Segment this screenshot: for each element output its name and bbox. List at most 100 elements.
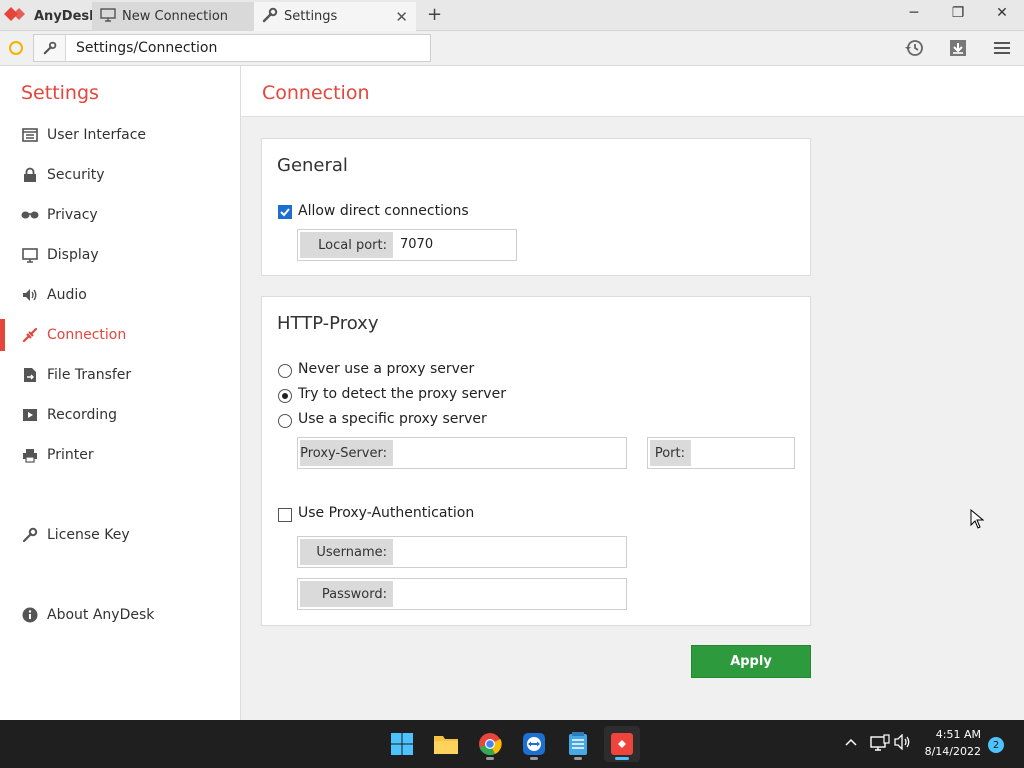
tab-label: Settings bbox=[284, 9, 338, 24]
monitor-icon bbox=[100, 7, 116, 26]
title-bar: AnyDesk New Connection Settings ✕ + ─ ❐ … bbox=[0, 0, 1024, 31]
connection-icon bbox=[21, 326, 39, 344]
chevron-up-icon[interactable] bbox=[843, 734, 863, 754]
taskbar-time[interactable]: 4:51 AM bbox=[915, 728, 981, 741]
anydesk-icon[interactable] bbox=[604, 726, 640, 762]
tab-settings[interactable]: Settings ✕ bbox=[254, 2, 416, 31]
allow-direct-connections-label: Allow direct connections bbox=[298, 203, 469, 219]
never-use-proxy-label: Never use a proxy server bbox=[298, 361, 475, 377]
settings-content: General Allow direct connections Local p… bbox=[241, 117, 1024, 720]
file-explorer-icon[interactable] bbox=[428, 726, 464, 762]
info-icon bbox=[21, 606, 39, 624]
notification-badge[interactable]: 2 bbox=[988, 737, 1004, 753]
status-indicator-icon bbox=[9, 41, 23, 55]
sidebar-item-privacy[interactable]: Privacy bbox=[0, 199, 240, 231]
proxy-port-field[interactable]: Port: bbox=[647, 437, 795, 469]
field-label: Username: bbox=[300, 539, 393, 565]
taskbar bbox=[0, 720, 1024, 768]
sidebar-item-security[interactable]: Security bbox=[0, 159, 240, 191]
sidebar-item-label: License Key bbox=[47, 527, 130, 543]
sidebar-item-recording[interactable]: Recording bbox=[0, 399, 240, 431]
sidebar-item-label: About AnyDesk bbox=[47, 607, 155, 623]
detect-proxy-radio[interactable] bbox=[278, 389, 292, 403]
running-indicator bbox=[530, 757, 538, 760]
restore-button[interactable]: ❐ bbox=[946, 5, 970, 25]
sidebar-item-label: File Transfer bbox=[47, 367, 132, 383]
taskbar-date[interactable]: 8/14/2022 bbox=[915, 745, 981, 758]
sidebar-item-label: Security bbox=[47, 167, 105, 183]
glasses-icon bbox=[21, 206, 39, 224]
sidebar-item-label: Display bbox=[47, 247, 99, 263]
sidebar-item-printer[interactable]: Printer bbox=[0, 439, 240, 471]
wrench-icon bbox=[34, 35, 66, 61]
chrome-icon[interactable] bbox=[472, 726, 508, 762]
checkmark-icon bbox=[280, 208, 290, 217]
http-proxy-section: HTTP-Proxy Never use a proxy server Try … bbox=[261, 296, 811, 626]
brand-name: AnyDesk bbox=[34, 8, 98, 24]
close-tab-icon[interactable]: ✕ bbox=[395, 8, 408, 26]
key-icon bbox=[21, 526, 39, 544]
sidebar-item-license-key[interactable]: License Key bbox=[0, 519, 240, 551]
section-title: General bbox=[277, 155, 348, 176]
specific-proxy-label: Use a specific proxy server bbox=[298, 411, 487, 427]
use-proxy-authentication-label: Use Proxy-Authentication bbox=[298, 505, 475, 521]
anydesk-brand[interactable]: AnyDesk bbox=[4, 6, 98, 26]
sidebar-item-label: Connection bbox=[47, 327, 127, 343]
teamviewer-icon[interactable] bbox=[516, 726, 552, 762]
speaker-icon bbox=[21, 286, 39, 304]
page-title: Connection bbox=[262, 82, 370, 104]
tab-label: New Connection bbox=[122, 9, 229, 24]
sidebar-item-file-transfer[interactable]: File Transfer bbox=[0, 359, 240, 391]
field-label: Proxy-Server: bbox=[300, 440, 393, 466]
close-window-button[interactable]: ✕ bbox=[990, 5, 1014, 25]
apply-button[interactable]: Apply bbox=[691, 645, 811, 678]
notepad-icon[interactable] bbox=[560, 726, 596, 762]
sidebar-item-label: Privacy bbox=[47, 207, 98, 223]
menu-icon[interactable] bbox=[992, 38, 1012, 58]
sidebar-item-user-interface[interactable]: User Interface bbox=[0, 119, 240, 151]
printer-icon bbox=[21, 446, 39, 464]
windows-start-icon[interactable] bbox=[384, 726, 420, 762]
sidebar-item-label: Audio bbox=[47, 287, 87, 303]
username-field[interactable]: Username: bbox=[297, 536, 627, 568]
address-bar: Settings/Connection bbox=[0, 31, 1024, 66]
specific-proxy-radio[interactable] bbox=[278, 414, 292, 428]
detect-proxy-label: Try to detect the proxy server bbox=[298, 386, 506, 402]
allow-direct-connections-checkbox[interactable] bbox=[278, 205, 292, 219]
general-section: General Allow direct connections Local p… bbox=[261, 138, 811, 276]
sidebar-item-label: User Interface bbox=[47, 127, 147, 143]
never-use-proxy-radio[interactable] bbox=[278, 364, 292, 378]
tab-new-connection[interactable]: New Connection bbox=[92, 2, 254, 31]
address-field[interactable]: Settings/Connection bbox=[33, 34, 431, 62]
field-label: Local port: bbox=[300, 232, 393, 258]
address-text: Settings/Connection bbox=[76, 40, 218, 56]
wrench-icon bbox=[262, 7, 278, 27]
volume-icon[interactable] bbox=[894, 733, 914, 754]
local-port-field[interactable]: Local port: 7070 bbox=[297, 229, 517, 261]
add-tab-button[interactable]: + bbox=[427, 4, 442, 25]
recording-icon bbox=[21, 406, 39, 424]
sidebar-item-display[interactable]: Display bbox=[0, 239, 240, 271]
mouse-cursor-icon bbox=[970, 508, 985, 533]
monitor-icon bbox=[21, 246, 39, 264]
sidebar-item-connection[interactable]: Connection bbox=[0, 319, 240, 351]
proxy-server-field[interactable]: Proxy-Server: bbox=[297, 437, 627, 469]
network-icon[interactable] bbox=[870, 734, 890, 754]
file-transfer-icon bbox=[21, 366, 39, 384]
lock-icon bbox=[21, 166, 39, 184]
local-port-value: 7070 bbox=[400, 237, 434, 252]
sidebar-item-about[interactable]: About AnyDesk bbox=[0, 599, 240, 631]
sidebar-item-label: Printer bbox=[47, 447, 94, 463]
minimize-button[interactable]: ─ bbox=[902, 5, 926, 25]
running-indicator bbox=[574, 757, 582, 760]
page-header: Connection bbox=[241, 66, 1024, 117]
settings-sidebar: Settings User Interface Security Privacy… bbox=[0, 66, 241, 720]
anydesk-logo-icon bbox=[4, 6, 28, 26]
use-proxy-authentication-checkbox[interactable] bbox=[278, 508, 292, 522]
password-field[interactable]: Password: bbox=[297, 578, 627, 610]
download-icon[interactable] bbox=[948, 38, 968, 58]
history-icon[interactable] bbox=[904, 38, 924, 58]
running-indicator bbox=[615, 757, 629, 760]
sidebar-item-audio[interactable]: Audio bbox=[0, 279, 240, 311]
running-indicator bbox=[486, 757, 494, 760]
